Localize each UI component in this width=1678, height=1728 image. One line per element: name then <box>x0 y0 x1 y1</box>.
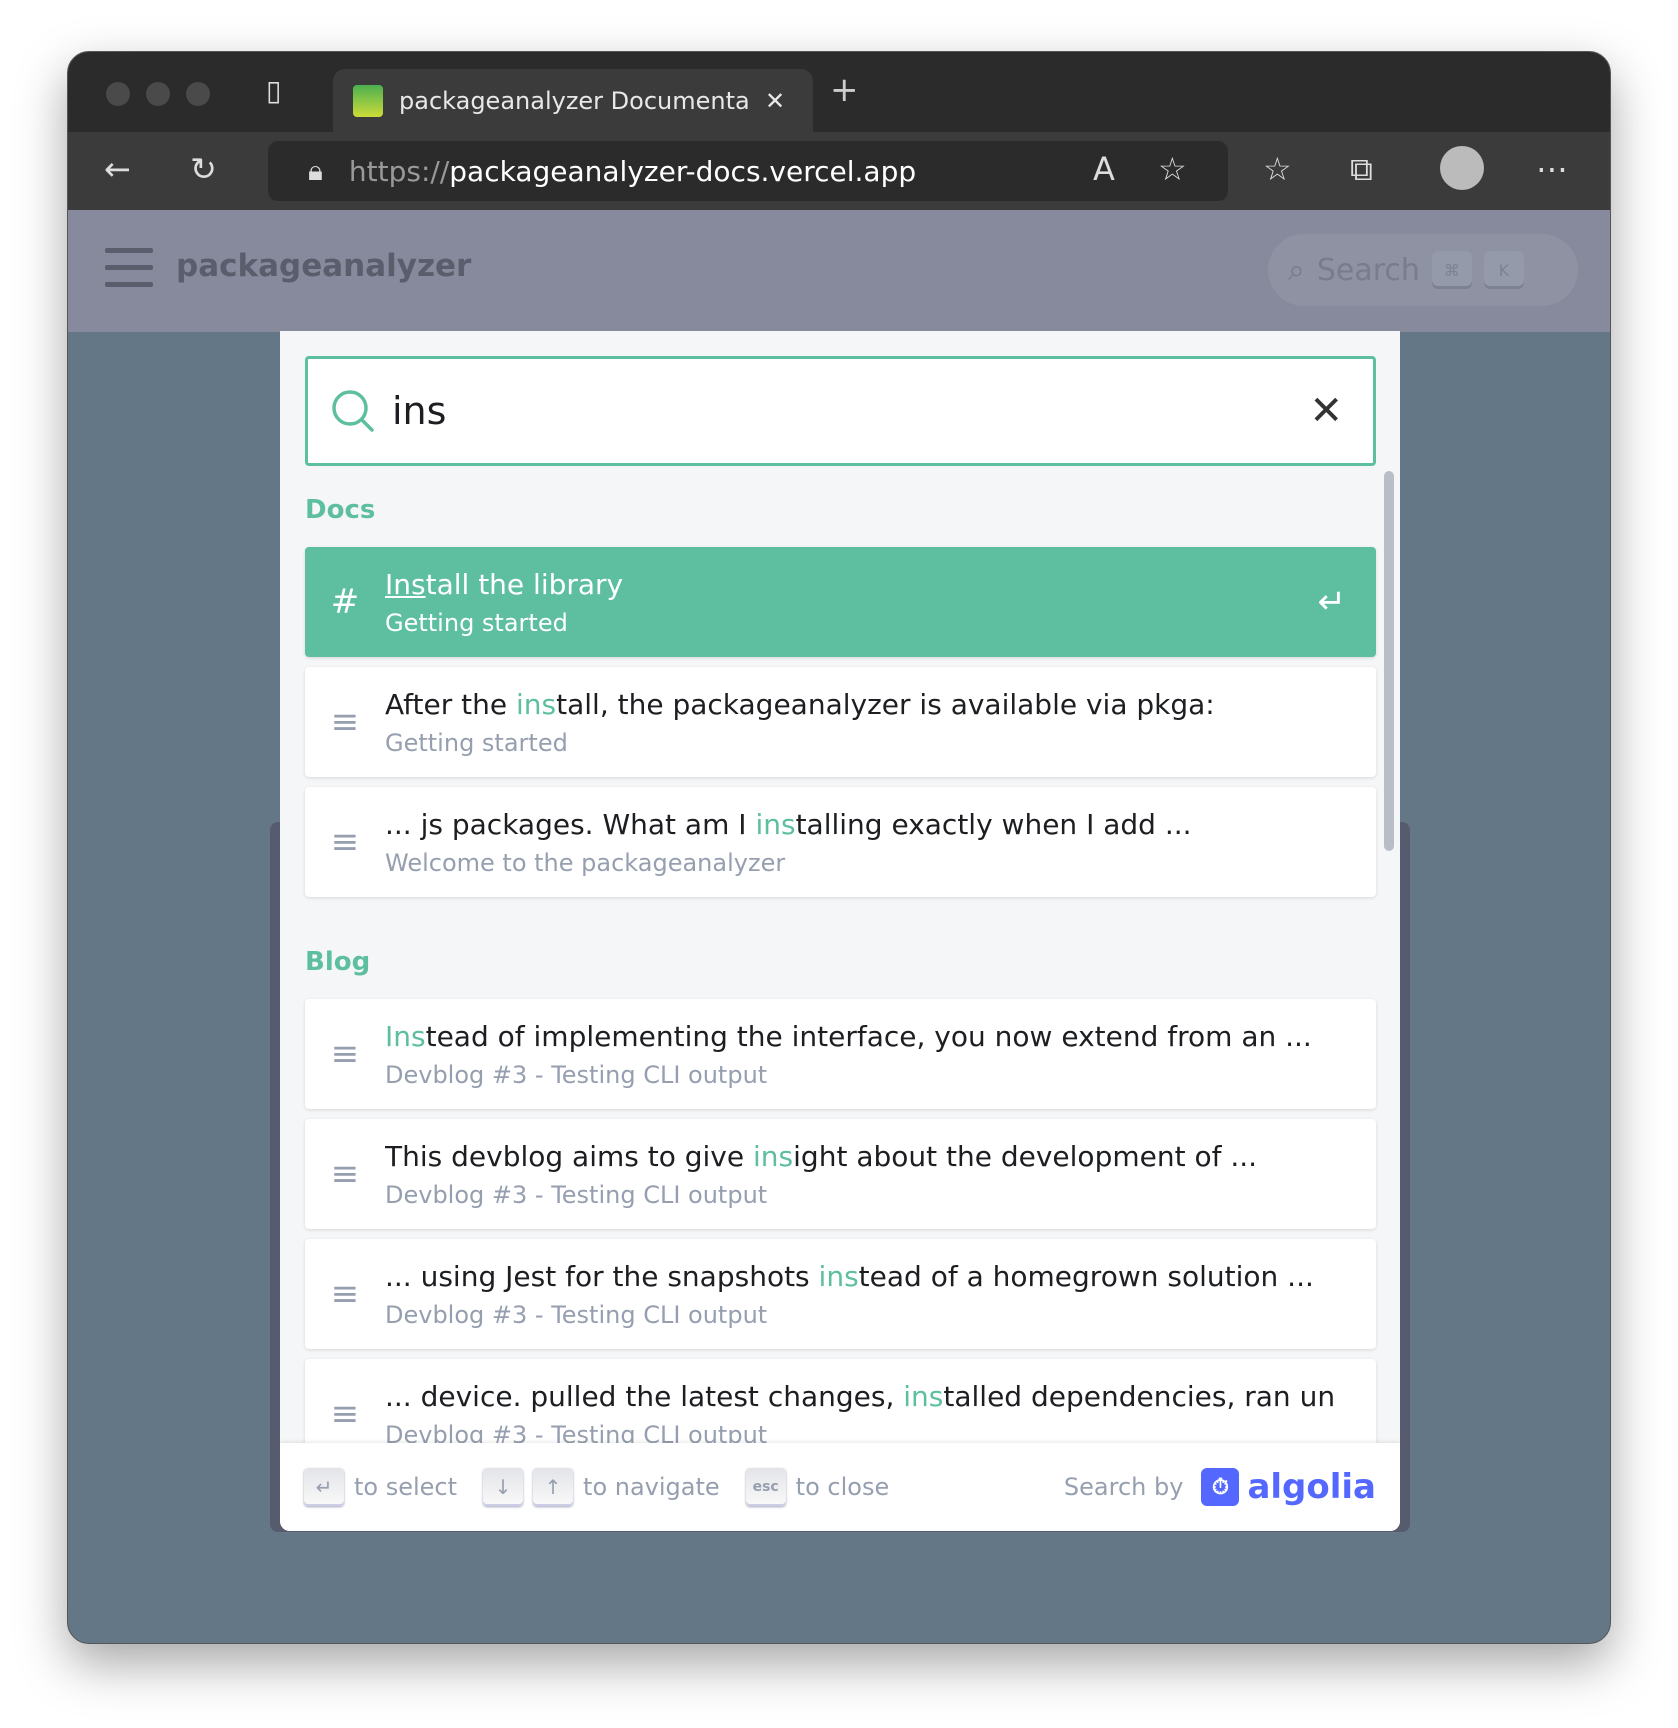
browser-tab[interactable]: packageanalyzer Documentation ✕ <box>333 69 813 132</box>
clear-search-icon[interactable]: ✕ <box>1309 388 1343 434</box>
hit-title-pre: This devblog aims to give <box>385 1139 754 1173</box>
enter-icon: ↵ <box>1317 582 1347 622</box>
enter-key-icon: ↵ <box>304 1468 344 1506</box>
hit-title: Instead of implementing the interface, y… <box>385 1020 1376 1053</box>
kbd-k: K <box>1483 251 1524 289</box>
sidebar-toggle-icon[interactable]: ▯ <box>266 74 281 107</box>
text-icon: ≡ <box>330 702 360 742</box>
navigate-hint: to navigate <box>583 1473 720 1501</box>
search-placeholder: Search <box>1316 252 1420 288</box>
close-window-button[interactable] <box>106 82 130 106</box>
hash-icon: # <box>330 582 360 622</box>
close-tab-icon[interactable]: ✕ <box>765 87 785 115</box>
hit-match: ins <box>818 1259 859 1293</box>
read-aloud-icon[interactable]: A <box>1093 150 1115 188</box>
lock-icon: 🔒︎ <box>308 154 323 187</box>
reload-icon[interactable]: ↻ <box>190 150 217 188</box>
hit-title-post: talled dependencies, ran un <box>943 1379 1336 1413</box>
hit-match: Ins <box>385 1019 426 1053</box>
hit-match: ins <box>516 687 557 721</box>
text-icon: ≡ <box>330 1274 360 1314</box>
back-icon[interactable]: ← <box>104 150 131 188</box>
hit-title-post: talling exactly when I add ... <box>795 807 1192 841</box>
browser-window: ▯ packageanalyzer Documentation ✕ + ← ↻ … <box>67 51 1611 1644</box>
search-button[interactable]: ⌕ Search ⌘ K <box>1268 234 1578 306</box>
arrow-down-key-icon: ↓ <box>483 1468 524 1506</box>
hit-title: Install the library <box>385 568 1318 601</box>
hit-title-post: tall the library <box>425 567 624 601</box>
hit-title: ... js packages. What am I installing ex… <box>385 808 1376 841</box>
browser-toolbar: ← ↻ 🔒︎ https://packageanalyzer-docs.verc… <box>68 132 1610 210</box>
more-menu-icon[interactable]: ⋯ <box>1536 150 1568 188</box>
hit-match: ins <box>753 1139 794 1173</box>
algolia-icon: ⏱ <box>1201 1468 1240 1506</box>
text-icon: ≡ <box>330 1154 360 1194</box>
search-hit[interactable]: ≡ After the install, the packageanalyzer … <box>305 667 1376 777</box>
address-bar[interactable]: 🔒︎ https://packageanalyzer-docs.vercel.a… <box>268 141 1228 201</box>
text-icon: ≡ <box>330 1394 360 1434</box>
search-modal: ins ✕ Docs # Install the library Getting st… <box>280 331 1400 1531</box>
tab-title: packageanalyzer Documentation <box>399 86 749 115</box>
hit-title-pre: ... device. pulled the latest changes, <box>385 1379 904 1413</box>
search-hit[interactable]: ≡ ... using Jest for the snapshots instea… <box>305 1239 1376 1349</box>
section-label: Blog <box>305 947 371 977</box>
kbd-cmd: ⌘ <box>1431 251 1472 289</box>
url-host: packageanalyzer-docs.vercel.app <box>449 154 917 188</box>
search-form: ins ✕ <box>305 356 1376 466</box>
hit-title-post: ight about the development of ... <box>793 1139 1258 1173</box>
algolia-logo[interactable]: ⏱ algolia <box>1201 1467 1376 1507</box>
hit-match: ins <box>903 1379 944 1413</box>
search-input[interactable]: ins <box>392 389 1309 433</box>
hit-match: Ins <box>385 567 426 601</box>
search-by-label: Search by <box>1063 1473 1184 1501</box>
menu-icon[interactable] <box>105 248 153 288</box>
esc-key-icon: esc <box>745 1468 786 1506</box>
search-hit[interactable]: ≡ This devblog aims to give insight about… <box>305 1119 1376 1229</box>
site-brand[interactable]: packageanalyzer <box>176 248 471 284</box>
hit-title: This devblog aims to give insight about … <box>385 1140 1376 1173</box>
text-icon: ≡ <box>330 822 360 862</box>
minimize-window-button[interactable] <box>146 82 170 106</box>
search-hit[interactable]: ≡ ... js packages. What am I installing e… <box>305 787 1376 897</box>
hit-title: After the install, the packageanalyzer i… <box>385 688 1376 721</box>
zoom-window-button[interactable] <box>186 82 210 106</box>
favorites-icon[interactable]: ☆ <box>1263 150 1292 188</box>
hit-title-pre: ... using Jest for the snapshots <box>385 1259 819 1293</box>
hit-title-post: tall, the packageanalyzer is available v… <box>556 687 1215 721</box>
url-scheme: https:// <box>348 154 450 188</box>
hit-subtitle: Getting started <box>385 728 568 757</box>
hit-title-pre: After the <box>385 687 516 721</box>
search-hit[interactable]: ≡ Instead of implementing the interface, … <box>305 999 1376 1109</box>
tab-bar: ▯ packageanalyzer Documentation ✕ + <box>68 52 1610 132</box>
favicon-icon <box>353 84 383 117</box>
search-icon: ⌕ <box>1288 252 1305 288</box>
hit-subtitle: Devblog #3 - Testing CLI output <box>385 1060 768 1089</box>
hit-title-pre: ... js packages. What am I <box>385 807 756 841</box>
hit-title: ... device. pulled the latest changes, i… <box>385 1380 1376 1413</box>
arrow-up-key-icon: ↑ <box>533 1468 574 1506</box>
search-icon <box>332 390 374 432</box>
modal-footer: ↵ to select ↓ ↑ to navigate esc to close… <box>280 1443 1400 1531</box>
hit-subtitle: Devblog #3 - Testing CLI output <box>385 1300 768 1329</box>
hit-subtitle: Welcome to the packageanalyzer <box>385 848 786 877</box>
section-label: Docs <box>305 495 376 525</box>
hit-title-post: tead of a homegrown solution ... <box>858 1259 1314 1293</box>
scrollbar[interactable] <box>1384 471 1394 851</box>
close-hint: to close <box>795 1473 890 1501</box>
search-hit[interactable]: # Install the library Getting started ↵ <box>305 547 1376 657</box>
hit-subtitle: Getting started <box>385 608 568 637</box>
text-icon: ≡ <box>330 1034 360 1074</box>
hit-match: ins <box>755 807 796 841</box>
hit-title: ... using Jest for the snapshots instead… <box>385 1260 1376 1293</box>
add-favorite-icon[interactable]: ☆ <box>1158 150 1187 188</box>
collections-icon[interactable]: ⧉ <box>1350 150 1373 189</box>
new-tab-button[interactable]: + <box>830 70 859 110</box>
hit-subtitle: Devblog #3 - Testing CLI output <box>385 1180 768 1209</box>
hit-title-post: tead of implementing the interface, you … <box>425 1019 1312 1053</box>
algolia-wordmark: algolia <box>1247 1467 1376 1507</box>
site-header: packageanalyzer ⌕ Search ⌘ K <box>68 210 1610 332</box>
profile-avatar[interactable] <box>1440 146 1484 190</box>
select-hint: to select <box>354 1473 458 1501</box>
